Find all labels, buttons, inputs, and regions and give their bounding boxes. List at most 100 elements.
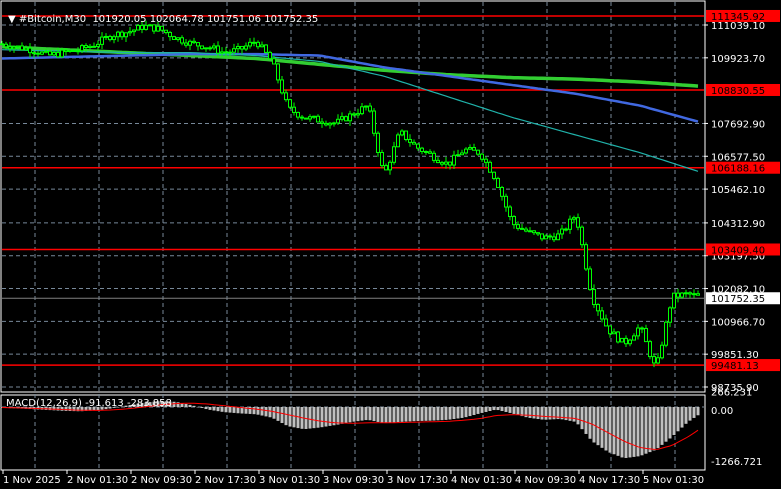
macd-histogram-bar xyxy=(200,407,204,408)
candle-body xyxy=(696,293,700,296)
candle-body xyxy=(672,292,676,309)
candle-body xyxy=(496,177,500,189)
candle-body xyxy=(436,159,440,164)
macd-histogram-bar xyxy=(576,407,580,425)
level-label: 106188.16 xyxy=(711,164,765,175)
candle-body xyxy=(596,304,600,312)
candle-body xyxy=(624,337,628,345)
time-tick-label: 4 Nov 17:30 xyxy=(579,475,640,486)
macd-histogram-bar xyxy=(656,407,660,449)
candle-body xyxy=(604,318,608,327)
candle-body xyxy=(128,31,132,34)
candle-body xyxy=(584,244,588,270)
candle-body xyxy=(500,187,504,197)
macd-histogram-bar xyxy=(392,407,396,423)
candle-body xyxy=(220,51,224,54)
candle-body xyxy=(404,130,408,140)
candle-body xyxy=(620,337,624,343)
candle-body xyxy=(324,122,328,126)
time-tick-label: 4 Nov 01:30 xyxy=(451,475,512,486)
macd-histogram-bar xyxy=(616,407,620,456)
time-tick-label: 4 Nov 09:30 xyxy=(515,475,576,486)
candle-body xyxy=(568,218,572,230)
macd-label: MACD(12,26,9) -91.613 -283.858 xyxy=(6,398,172,409)
candle-body xyxy=(20,45,24,51)
macd-histogram-bar xyxy=(404,407,408,422)
candle-body xyxy=(576,217,580,228)
candle-body xyxy=(24,47,28,51)
macd-histogram-bar xyxy=(688,407,692,421)
candle-body xyxy=(520,227,524,230)
price-pane-frame xyxy=(0,0,706,393)
candle-body xyxy=(164,29,168,33)
macd-histogram-bar xyxy=(188,404,192,407)
candle-body xyxy=(388,161,392,171)
macd-histogram-bar xyxy=(580,407,584,430)
candle-body xyxy=(688,292,692,295)
macd-histogram-bar xyxy=(252,407,256,415)
candle-body xyxy=(252,41,256,44)
candle-body xyxy=(224,51,228,54)
collapse-triangle-icon[interactable]: ▼ xyxy=(8,14,19,25)
candle-body xyxy=(280,79,284,94)
macd-histogram-bar xyxy=(536,407,540,420)
macd-histogram-bar xyxy=(644,407,648,454)
candle-body xyxy=(136,24,140,31)
chart-window[interactable]: 1 Nov 2025 2 Nov 01:30 2 Nov 09:30 2 Nov 17… xyxy=(0,0,781,489)
macd-histogram-bar xyxy=(692,407,696,418)
candle-body xyxy=(244,45,248,50)
candle-body xyxy=(268,51,272,60)
macd-histogram-bar xyxy=(664,407,668,442)
candle-body xyxy=(28,47,32,54)
chart-canvas[interactable]: 1 Nov 2025 2 Nov 01:30 2 Nov 09:30 2 Nov 17… xyxy=(0,0,781,489)
candle-body xyxy=(552,236,556,241)
candle-body xyxy=(420,147,424,153)
macd-histogram-bar xyxy=(412,407,416,422)
candle-body xyxy=(156,25,160,32)
candle-body xyxy=(216,45,220,54)
candle-body xyxy=(692,293,696,296)
candle-body xyxy=(392,146,396,163)
candle-body xyxy=(284,92,288,101)
candle-body xyxy=(288,99,292,108)
candle-body xyxy=(0,43,4,46)
macd-histogram-bar xyxy=(272,407,276,419)
macd-histogram-bar xyxy=(288,407,292,427)
candle-body xyxy=(172,36,176,40)
candle-body xyxy=(676,292,680,298)
candle-body xyxy=(488,161,492,173)
macd-histogram-bar xyxy=(628,407,632,458)
candle-body xyxy=(572,217,576,220)
macd-histogram-bar xyxy=(424,407,428,421)
macd-histogram-bar xyxy=(508,407,512,413)
candle-body xyxy=(440,162,444,165)
macd-histogram-bar xyxy=(548,407,552,420)
level-label: 103409.40 xyxy=(711,245,765,256)
symbol-label: #Bitcoin,M30 xyxy=(18,14,87,25)
candle-body xyxy=(636,327,640,337)
macd-histogram-bar xyxy=(364,407,368,421)
candle-body xyxy=(260,44,264,48)
macd-histogram-bar xyxy=(456,407,460,419)
macd-histogram-bar xyxy=(668,407,672,439)
candle-body xyxy=(52,51,56,56)
macd-histogram-bar xyxy=(284,407,288,426)
moving-average-line xyxy=(1,49,699,172)
macd-name: MACD(12,26,9) xyxy=(6,398,82,409)
macd-histogram-bar xyxy=(340,407,344,424)
candle-body xyxy=(480,153,484,160)
candle-body xyxy=(304,117,308,120)
macd-histogram-bar xyxy=(532,407,536,419)
current-price-label: 101752.35 xyxy=(711,294,765,305)
candle-body xyxy=(664,321,668,346)
macd-histogram-bar xyxy=(504,407,508,412)
candle-body xyxy=(168,31,172,38)
ohlc-values: 101920.05 102064.78 101751.06 101752.35 xyxy=(92,14,319,25)
candle-body xyxy=(564,228,568,231)
candle-body xyxy=(384,165,388,171)
candle-body xyxy=(88,45,92,49)
macd-histogram-bar xyxy=(540,407,544,420)
macd-histogram-bar xyxy=(496,407,500,411)
macd-histogram-bar xyxy=(376,407,380,422)
macd-histogram-bar xyxy=(256,407,260,415)
